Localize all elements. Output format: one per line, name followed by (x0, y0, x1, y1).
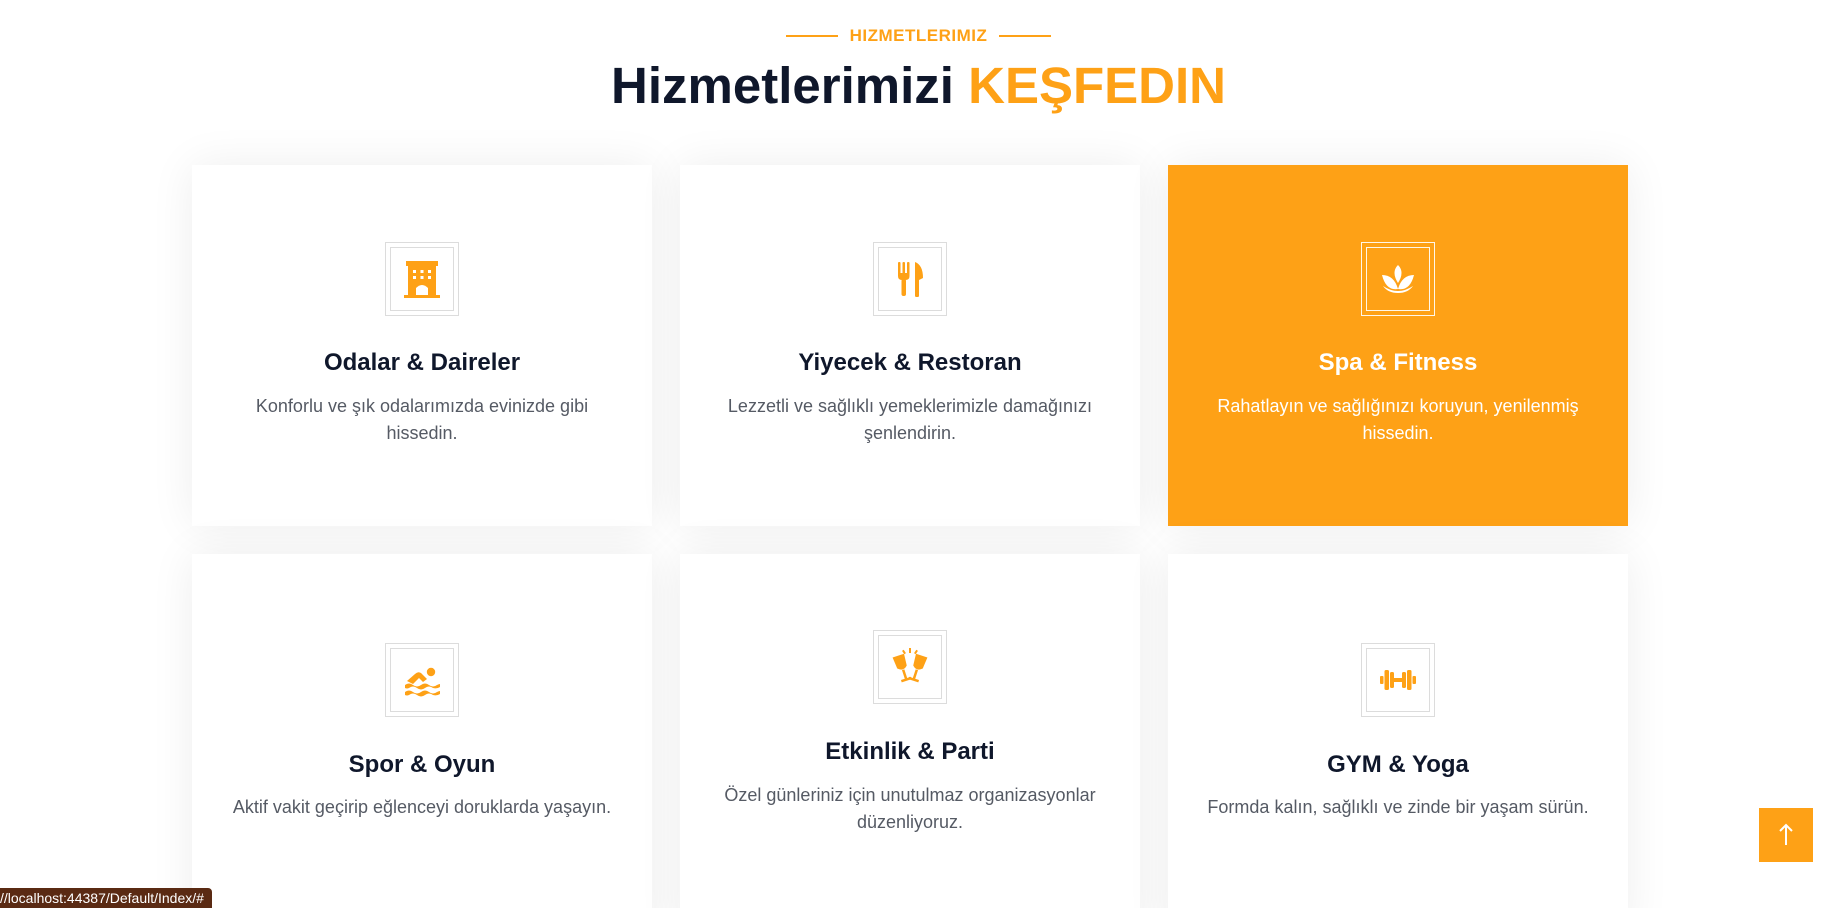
dumbbell-icon (1380, 670, 1416, 690)
service-description: Aktif vakit geçirip eğlenceyi doruklarda… (232, 797, 612, 817)
service-description: Lezzetli ve sağlıklı yemeklerimizle dama… (727, 396, 1093, 443)
service-title: Yiyecek & Restoran (798, 349, 1022, 376)
back-to-top-button[interactable] (1759, 808, 1813, 862)
browser-status-url: //localhost:44387/Default/Index/# (0, 888, 212, 908)
section-headline: Hizmetlerimizi KEŞFEDIN (0, 57, 1837, 114)
service-icon-frame (385, 242, 459, 316)
service-description: Rahatlayın ve sağlığınızı koruyun, yenil… (1217, 396, 1579, 443)
service-title: GYM & Yoga (1327, 751, 1469, 778)
swimmer-icon (405, 667, 440, 697)
service-description: Konforlu ve şık odalarımızda evinizde gi… (255, 396, 589, 443)
service-description: Formda kalın, sağlıklı ve zinde bir yaşa… (1207, 797, 1589, 817)
service-title: Etkinlik & Parti (825, 738, 995, 765)
service-icon-frame (873, 242, 947, 316)
service-title: Odalar & Daireler (323, 349, 521, 376)
service-icon-frame (385, 643, 459, 717)
headline-main: Hizmetlerimizi (611, 57, 954, 114)
service-icon-frame (1361, 242, 1435, 316)
service-icon-frame (873, 630, 947, 704)
headline-accent: KEŞFEDIN (968, 57, 1226, 114)
eyebrow-line-right (999, 35, 1052, 37)
services-page: HIZMETLERIMIZ Hizmetlerimizi KEŞFEDIN Od… (0, 0, 1837, 908)
service-card-spa[interactable]: Spa & Fitness Rahatlayın ve sağlığınızı … (1168, 165, 1628, 526)
service-card-gym[interactable]: GYM & Yoga Formda kalın, sağlıklı ve zin… (1168, 554, 1628, 908)
utensils-icon (898, 262, 923, 297)
service-icon-frame (1361, 643, 1435, 717)
service-card-rooms[interactable]: Odalar & Daireler Konforlu ve şık odalar… (192, 165, 652, 526)
eyebrow-text: HIZMETLERIMIZ (849, 26, 988, 45)
service-card-food[interactable]: Yiyecek & Restoran Lezzetli ve sağlıklı … (680, 165, 1140, 526)
arrow-up-icon (1779, 823, 1793, 845)
glass-cheers-icon (892, 648, 928, 683)
section-header: HIZMETLERIMIZ Hizmetlerimizi KEŞFEDIN (0, 24, 1837, 114)
service-description: Özel günleriniz için unutulmaz organizas… (724, 785, 1096, 832)
eyebrow-line-left (785, 35, 838, 37)
spa-lotus-icon (1382, 265, 1414, 293)
service-card-events[interactable]: Etkinlik & Parti Özel günleriniz için un… (680, 554, 1140, 908)
section-eyebrow: HIZMETLERIMIZ (785, 26, 1052, 46)
hotel-icon (404, 261, 440, 298)
service-card-sports[interactable]: Spor & Oyun Aktif vakit geçirip eğlencey… (192, 554, 652, 908)
service-title: Spa & Fitness (1318, 349, 1478, 376)
service-title: Spor & Oyun (348, 751, 496, 778)
